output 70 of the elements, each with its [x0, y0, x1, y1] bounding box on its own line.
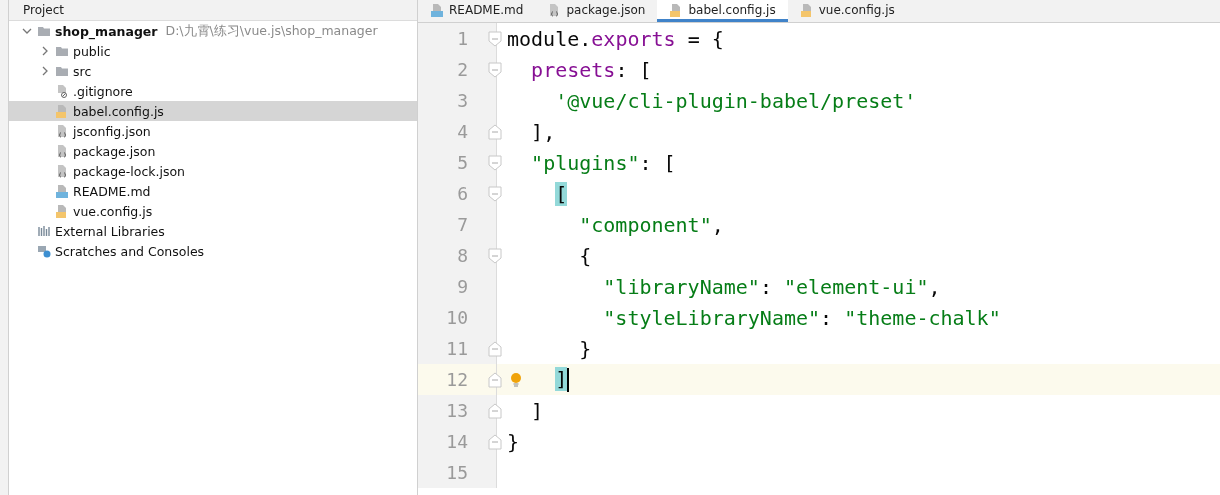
fold-end-icon[interactable] — [488, 402, 502, 419]
fold-end-icon[interactable] — [488, 433, 502, 450]
fold-end-icon[interactable] — [488, 340, 502, 357]
fold-start-icon[interactable] — [488, 247, 502, 264]
fold-start-icon[interactable] — [488, 61, 502, 78]
tree-item[interactable]: .gitignore — [9, 81, 417, 101]
ignored-file-icon — [55, 84, 69, 98]
tree-item[interactable]: jsconfig.json — [9, 121, 417, 141]
js-file-icon — [799, 2, 814, 17]
tree-item[interactable]: shop_manager D:\九霄\练习\vue.js\shop_manager — [9, 21, 417, 41]
line-number: 2 — [456, 59, 468, 80]
code-text: } — [506, 429, 520, 454]
tree-item[interactable]: babel.config.js — [9, 101, 417, 121]
markdown-file-icon — [55, 184, 69, 198]
line-number: 14 — [445, 431, 468, 452]
lightbulb-icon[interactable] — [510, 371, 522, 388]
code-text: { — [578, 243, 592, 268]
project-path: D:\九霄\练习\vue.js\shop_manager — [165, 22, 378, 40]
fold-end-icon[interactable] — [488, 123, 502, 140]
editor-tab[interactable]: babel.config.js — [657, 0, 788, 22]
panel-title: Project — [23, 3, 65, 17]
folder-icon — [55, 44, 69, 58]
fold-start-icon[interactable] — [488, 154, 502, 171]
markdown-file-icon — [430, 2, 444, 17]
tree-item[interactable]: public — [9, 41, 417, 61]
folder-icon — [55, 64, 69, 78]
tree-item[interactable]: External Libraries — [9, 221, 417, 241]
line-number: 7 — [456, 214, 468, 235]
code-text: ], — [530, 119, 556, 144]
line-number: 8 — [456, 245, 468, 266]
line-number: 15 — [445, 462, 468, 483]
code-text: '@vue/cli-plugin-babel/preset' — [554, 88, 917, 113]
editor-tab[interactable]: README.md — [418, 0, 536, 22]
js-file-icon — [55, 104, 69, 118]
tree-item[interactable]: Scratches and Consoles — [9, 241, 417, 261]
tree-item[interactable]: README.md — [9, 181, 417, 201]
scratches-icon — [37, 244, 51, 258]
line-number: 11 — [445, 338, 468, 359]
line-number: 12 — [445, 369, 468, 390]
tree-item[interactable]: package.json — [9, 141, 417, 161]
js-file-icon — [55, 204, 69, 218]
libraries-icon — [37, 224, 51, 238]
line-number: 3 — [456, 90, 468, 111]
json-file-icon — [55, 164, 69, 178]
line-number: 9 — [456, 276, 468, 297]
tree-item[interactable]: vue.config.js — [9, 201, 417, 221]
editor-tab[interactable]: package.json — [535, 0, 658, 22]
folder-icon — [37, 24, 51, 38]
line-number: 10 — [445, 307, 468, 328]
code-text: } — [578, 336, 592, 361]
fold-start-icon[interactable] — [488, 30, 502, 47]
code-text: "component", — [578, 212, 724, 237]
line-number: 13 — [445, 400, 468, 421]
line-number: 1 — [456, 28, 468, 49]
fold-end-icon[interactable] — [488, 371, 502, 388]
editor-tab[interactable]: vue.config.js — [787, 0, 907, 22]
line-number: 5 — [456, 152, 468, 173]
code-text: "styleLibraryName": "theme-chalk" — [602, 305, 1001, 330]
json-file-icon — [55, 124, 69, 138]
code-text: "plugins": [ — [530, 150, 676, 175]
code-text: ] — [530, 398, 544, 423]
line-number: 4 — [456, 121, 468, 142]
json-file-icon — [55, 144, 69, 158]
fold-start-icon[interactable] — [488, 185, 502, 202]
tree-item[interactable]: package-lock.json — [9, 161, 417, 181]
tree-item[interactable]: src — [9, 61, 417, 81]
code-text: module.exports = { — [506, 26, 724, 51]
code-text: "libraryName": "element-ui", — [602, 274, 941, 299]
code-text: presets: [ — [530, 57, 652, 82]
line-number: 6 — [456, 183, 468, 204]
